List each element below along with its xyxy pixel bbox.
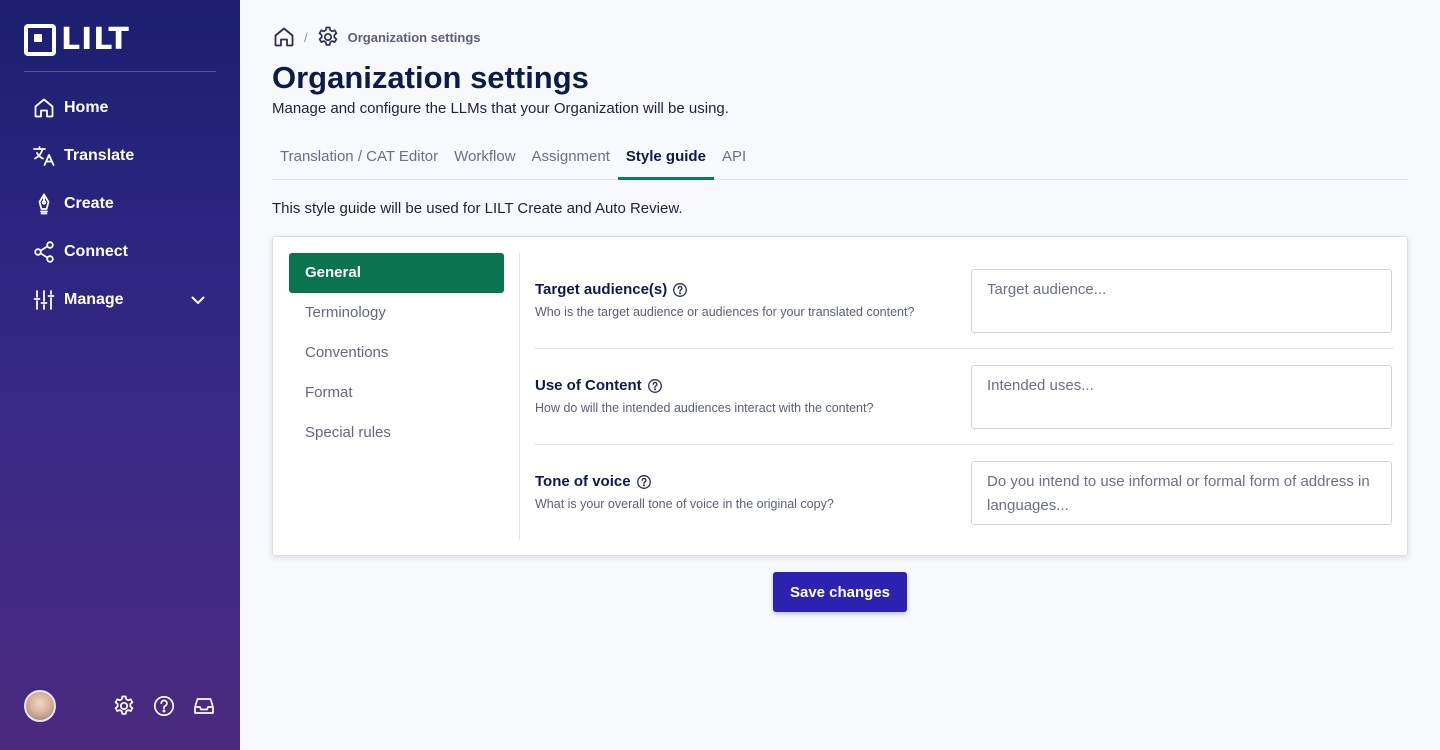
sidebar-item-translate[interactable]: Translate	[24, 132, 216, 180]
subnav-item-conventions[interactable]: Conventions	[289, 333, 504, 373]
sidebar-item-label: Home	[64, 99, 109, 116]
translate-icon	[33, 146, 55, 166]
tab-api[interactable]: API	[714, 140, 754, 180]
tab-translation-cat-editor[interactable]: Translation / CAT Editor	[272, 140, 446, 180]
field-target-audience: Target audience(s) Who is the target aud…	[535, 253, 1393, 349]
use-of-content-input[interactable]	[971, 365, 1392, 429]
field-label: Use of Content	[535, 377, 663, 394]
sidebar-footer	[24, 690, 216, 722]
sidebar: LILT Home Translate Create Connect Manag…	[0, 0, 240, 750]
inbox-icon[interactable]	[192, 694, 216, 718]
pen-icon	[38, 193, 50, 215]
breadcrumb-current: Organization settings	[347, 29, 481, 45]
style-guide-intro: This style guide will be used for LILT C…	[272, 200, 683, 217]
help-icon[interactable]	[152, 694, 176, 718]
field-label: Tone of voice	[535, 473, 652, 490]
general-fields: Target audience(s) Who is the target aud…	[535, 253, 1393, 541]
breadcrumb: / Organization settings	[272, 24, 481, 50]
sidebar-item-label: Create	[64, 195, 114, 212]
chevron-down-icon[interactable]	[188, 290, 208, 310]
target-audience-input[interactable]	[971, 269, 1392, 333]
field-label-text: Use of Content	[535, 377, 642, 394]
home-icon	[34, 98, 54, 118]
help-icon[interactable]	[636, 474, 652, 490]
sidebar-item-connect[interactable]: Connect	[24, 228, 216, 276]
sidebar-footer-icons	[112, 694, 216, 718]
help-icon[interactable]	[647, 378, 663, 394]
field-label-text: Tone of voice	[535, 473, 631, 490]
tone-of-voice-input[interactable]	[971, 461, 1392, 525]
breadcrumb-separator: /	[304, 29, 308, 45]
page-title: Organization settings	[272, 60, 589, 95]
field-description: How do will the intended audiences inter…	[535, 401, 874, 415]
logo-text: LILT	[61, 22, 130, 57]
sidebar-item-manage[interactable]: Manage	[24, 276, 216, 324]
subnav-item-format[interactable]: Format	[289, 373, 504, 413]
logo-mark-icon	[24, 24, 56, 56]
tab-workflow[interactable]: Workflow	[446, 140, 523, 180]
avatar[interactable]	[24, 690, 56, 722]
field-description: Who is the target audience or audiences …	[535, 305, 915, 319]
style-guide-card: General Terminology Conventions Format S…	[272, 236, 1408, 556]
card-divider	[519, 253, 520, 540]
subnav-item-terminology[interactable]: Terminology	[289, 293, 504, 333]
sidebar-item-label: Manage	[64, 291, 124, 308]
sidebar-item-create[interactable]: Create	[24, 180, 216, 228]
tab-assignment[interactable]: Assignment	[524, 140, 618, 180]
home-icon[interactable]	[272, 25, 296, 49]
sidebar-item-label: Translate	[64, 147, 135, 164]
tab-style-guide[interactable]: Style guide	[617, 140, 714, 180]
sidebar-nav: Home Translate Create Connect Manage	[24, 84, 216, 324]
page-subtitle: Manage and configure the LLMs that your …	[272, 100, 729, 117]
field-use-of-content: Use of Content How do will the intended …	[535, 349, 1393, 445]
settings-icon	[318, 26, 337, 46]
sidebar-divider	[24, 71, 216, 72]
sidebar-item-home[interactable]: Home	[24, 84, 216, 132]
field-description: What is your overall tone of voice in th…	[535, 497, 834, 511]
field-label: Target audience(s)	[535, 281, 688, 298]
settings-tabs: Translation / CAT Editor Workflow Assign…	[272, 140, 1408, 180]
field-tone-of-voice: Tone of voice What is your overall tone …	[535, 445, 1393, 541]
lilt-logo[interactable]: LILT	[24, 24, 130, 56]
sidebar-item-label: Connect	[64, 243, 128, 260]
share-icon	[34, 241, 54, 263]
field-label-text: Target audience(s)	[535, 281, 668, 298]
subnav-item-special-rules[interactable]: Special rules	[289, 413, 504, 453]
subnav-item-general[interactable]: General	[289, 253, 504, 293]
help-icon[interactable]	[672, 282, 688, 298]
sliders-icon	[33, 290, 55, 310]
settings-icon[interactable]	[112, 694, 136, 718]
save-changes-button[interactable]: Save changes	[773, 572, 907, 612]
style-guide-subnav: General Terminology Conventions Format S…	[289, 253, 504, 453]
